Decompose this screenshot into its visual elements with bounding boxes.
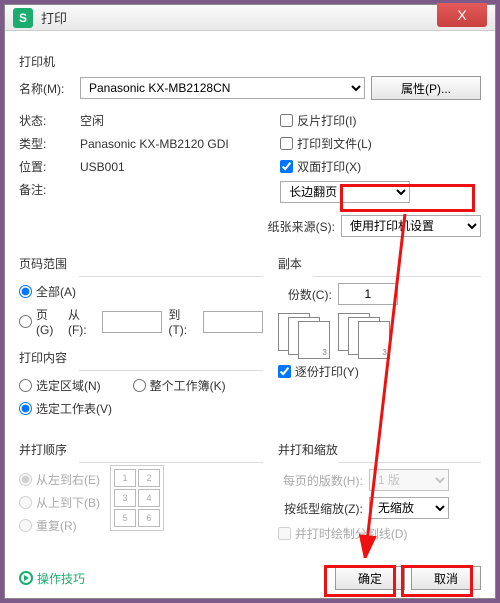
order-repeat-radio: 重复(R): [19, 517, 77, 534]
properties-button[interactable]: 属性(P)...: [371, 76, 481, 100]
play-icon: [19, 571, 33, 585]
order-section-label: 并打顺序: [19, 441, 263, 458]
status-value: 空闲: [80, 112, 104, 129]
comment-label: 备注:: [19, 181, 74, 198]
printer-name-label: 名称(M):: [19, 80, 74, 97]
order-tb-radio: 从上到下(B): [19, 494, 100, 511]
from-input[interactable]: [102, 311, 162, 333]
pps-select: 1 版: [369, 469, 449, 491]
range-all-radio[interactable]: 全部(A): [19, 283, 76, 300]
tips-link[interactable]: 操作技巧: [19, 570, 335, 587]
zoom-select[interactable]: 无缩放: [369, 497, 449, 519]
app-icon: S: [13, 8, 33, 28]
printer-section-label: 打印机: [19, 53, 481, 70]
type-value: Panasonic KX-MB2120 GDI: [80, 137, 229, 151]
copies-count-label: 份数(C):: [288, 286, 332, 303]
order-keypad-icon: 12 34 56: [110, 465, 164, 531]
titlebar: S 打印 X: [5, 5, 495, 31]
cancel-button[interactable]: 取消: [411, 566, 481, 590]
printer-name-select[interactable]: Panasonic KX-MB2128CN: [80, 77, 365, 99]
reverse-print-checkbox[interactable]: 反片打印(I): [280, 112, 356, 129]
from-label: 从(F):: [68, 306, 96, 337]
duplex-checkbox[interactable]: 双面打印(X): [280, 158, 361, 175]
copies-count-input[interactable]: [338, 283, 398, 305]
print-dialog: S 打印 X 打印机 名称(M): Panasonic KX-MB2128CN …: [4, 4, 496, 599]
collate-checkbox[interactable]: 逐份打印(Y): [278, 363, 359, 380]
zoom-label: 按纸型缩放(Z):: [278, 500, 363, 517]
range-pages-radio[interactable]: 页(G): [19, 306, 62, 337]
close-button[interactable]: X: [437, 3, 487, 27]
ok-button[interactable]: 确定: [335, 566, 405, 590]
order-lr-radio: 从左到右(E): [19, 471, 100, 488]
to-label: 到(T):: [168, 306, 196, 337]
content-section-label: 打印内容: [19, 349, 263, 366]
paper-source-select[interactable]: 使用打印机设置: [341, 215, 481, 237]
range-section-label: 页码范围: [19, 255, 263, 272]
content-sheet-radio[interactable]: 选定工作表(V): [19, 400, 112, 417]
footer: 操作技巧 确定 取消: [5, 558, 495, 598]
window-title: 打印: [41, 8, 437, 27]
to-input[interactable]: [203, 311, 263, 333]
type-label: 类型:: [19, 135, 74, 152]
content-workbook-radio[interactable]: 整个工作簿(K): [133, 377, 226, 394]
copies-section-label: 副本: [278, 255, 481, 272]
print-to-file-checkbox[interactable]: 打印到文件(L): [280, 135, 372, 152]
scale-section-label: 并打和缩放: [278, 441, 481, 458]
cutlines-checkbox: 并打时绘制分割线(D): [278, 525, 408, 542]
dialog-body: 打印机 名称(M): Panasonic KX-MB2128CN 属性(P)..…: [5, 31, 495, 558]
content-selection-radio[interactable]: 选定区域(N): [19, 377, 101, 394]
location-value: USB001: [80, 160, 125, 174]
collate-preview: 1 2 3 1 2 3: [278, 313, 481, 355]
location-label: 位置:: [19, 158, 74, 175]
duplex-mode-select[interactable]: 长边翻页: [280, 181, 410, 203]
status-label: 状态:: [19, 112, 74, 129]
paper-source-label: 纸张来源(S):: [268, 218, 335, 235]
pps-label: 每页的版数(H):: [278, 472, 363, 489]
